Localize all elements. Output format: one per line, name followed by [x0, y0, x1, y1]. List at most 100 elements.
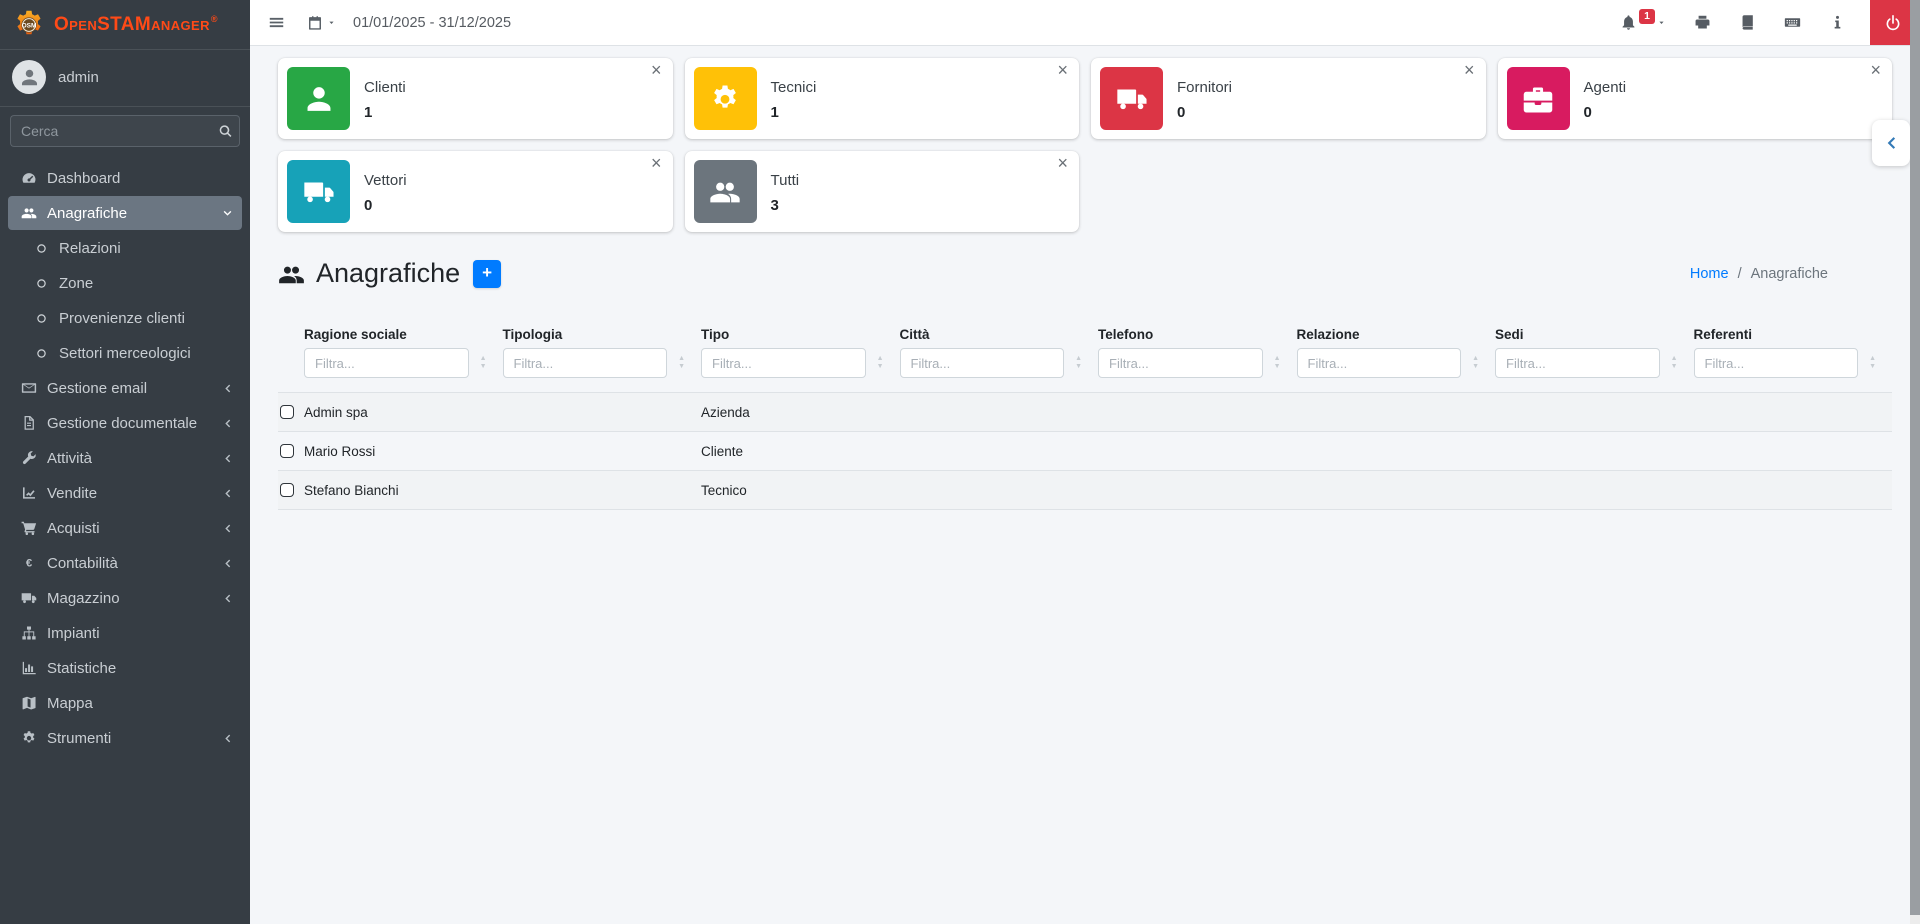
- filter-input-relazione[interactable]: [1297, 348, 1462, 378]
- card-label: Tecnici: [771, 79, 817, 96]
- brand-link[interactable]: OSM OpenSTAManager®: [0, 0, 250, 50]
- sidebar-toggle-button[interactable]: [268, 14, 285, 31]
- truck-icon: [1100, 67, 1163, 130]
- close-icon[interactable]: ×: [651, 154, 662, 172]
- bars-icon: [268, 14, 285, 31]
- circle-icon: [28, 312, 54, 325]
- card-value: 3: [771, 197, 800, 214]
- sort-icon[interactable]: ▲▼: [1671, 356, 1678, 370]
- sidebar-search-input[interactable]: [10, 115, 212, 147]
- sidebar-item-attivit[interactable]: Attività: [8, 441, 242, 475]
- filter-input-citt[interactable]: [900, 348, 1065, 378]
- table-row[interactable]: Stefano BianchiTecnico: [278, 470, 1892, 509]
- filter-input-ragione-sociale[interactable]: [304, 348, 469, 378]
- filter-input-referenti[interactable]: [1694, 348, 1859, 378]
- anagrafiche-table: Ragione sociale▲▼Tipologia▲▼Tipo▲▼Città▲…: [278, 327, 1892, 510]
- add-anagrafica-button[interactable]: +: [473, 260, 501, 288]
- breadcrumb-home-link[interactable]: Home: [1690, 266, 1729, 282]
- user-avatar: [12, 60, 46, 94]
- printer-button[interactable]: [1694, 14, 1711, 31]
- stat-card-tecnici[interactable]: Tecnici 1 ×: [685, 58, 1080, 139]
- breadcrumb-current: Anagrafiche: [1751, 266, 1828, 282]
- sidebar-item-impianti[interactable]: Impianti: [8, 616, 242, 650]
- filter-input-tipologia[interactable]: [503, 348, 668, 378]
- table-row[interactable]: Mario RossiCliente: [278, 431, 1892, 470]
- sidebar-subitem-settori-merceologici[interactable]: Settori merceologici: [8, 336, 242, 370]
- sort-icon[interactable]: ▲▼: [1075, 356, 1082, 370]
- topbar: 01/01/2025 - 31/12/2025 1: [250, 0, 1920, 46]
- row-checkbox[interactable]: [280, 483, 294, 497]
- table-body: Admin spa Azienda Mario RossiClienteStefan…: [278, 392, 1892, 510]
- info-button[interactable]: [1829, 14, 1846, 31]
- sort-icon[interactable]: ▲▼: [678, 356, 685, 370]
- sort-icon[interactable]: ▲▼: [480, 356, 487, 370]
- period-selector-button[interactable]: [307, 15, 336, 31]
- table-cell: Azienda: [701, 405, 900, 420]
- card-value: 1: [771, 104, 817, 121]
- user-panel[interactable]: admin: [0, 50, 250, 107]
- filter-input-sedi[interactable]: [1495, 348, 1660, 378]
- sidebar-item-dashboard[interactable]: Dashboard: [8, 161, 242, 195]
- book-button[interactable]: [1739, 14, 1756, 31]
- truck-icon: [287, 160, 350, 223]
- sidebar-item-contabilit[interactable]: €Contabilità: [8, 546, 242, 580]
- row-checkbox[interactable]: [280, 444, 294, 458]
- app-root: OSM OpenSTAManager® admin DashboardAnagr…: [0, 0, 1920, 924]
- sidebar-item-magazzino[interactable]: Magazzino: [8, 581, 242, 615]
- map-icon: [16, 695, 42, 711]
- close-icon[interactable]: ×: [651, 61, 662, 79]
- sidebar-subitem-relazioni[interactable]: Relazioni: [8, 231, 242, 265]
- stat-card-clienti[interactable]: Clienti1×: [278, 58, 673, 139]
- sidebar-item-statistiche[interactable]: Statistiche: [8, 651, 242, 685]
- filter-input-tipo[interactable]: [701, 348, 866, 378]
- sidebar-subitem-provenienze-clienti[interactable]: Provenienze clienti: [8, 301, 242, 335]
- notifications-button[interactable]: 1: [1620, 14, 1666, 31]
- angle-left-icon: [1881, 133, 1901, 153]
- sort-icon[interactable]: ▲▼: [1472, 356, 1479, 370]
- sort-icon[interactable]: ▲▼: [1274, 356, 1281, 370]
- stat-card-vettori[interactable]: Vettori0×: [278, 151, 673, 232]
- gear-icon: [16, 730, 42, 746]
- sidebar-item-gestione-documentale[interactable]: Gestione documentale: [8, 406, 242, 440]
- sort-icon[interactable]: ▲▼: [877, 356, 884, 370]
- book-icon: [1739, 14, 1756, 31]
- wrench-icon: [16, 450, 42, 466]
- table-cell: Admin spa: [304, 405, 503, 420]
- angle-left-icon: [221, 382, 234, 395]
- filter-input-telefono[interactable]: [1098, 348, 1263, 378]
- close-icon[interactable]: ×: [1057, 154, 1068, 172]
- osm-gear-logo-icon: OSM: [12, 8, 46, 42]
- scrollbar-thumb[interactable]: [1910, 0, 1920, 915]
- stat-card-tutti[interactable]: Tutti3×: [685, 151, 1080, 232]
- user-name: admin: [58, 69, 99, 86]
- stat-card-agenti[interactable]: Agenti0×: [1498, 58, 1893, 139]
- stat-card-fornitori[interactable]: Fornitori0×: [1091, 58, 1486, 139]
- keyboard-button[interactable]: [1784, 14, 1801, 31]
- vertical-scrollbar: [1910, 0, 1920, 924]
- sidebar-item-anagrafiche[interactable]: Anagrafiche: [8, 196, 242, 230]
- table-cell: Mario Rossi: [304, 444, 503, 459]
- bell-icon: [1620, 14, 1637, 31]
- close-icon[interactable]: ×: [1870, 61, 1881, 79]
- table-row[interactable]: Admin spa Azienda: [278, 392, 1892, 431]
- sidebar-search-button[interactable]: [212, 115, 240, 147]
- sidebar-item-vendite[interactable]: Vendite: [8, 476, 242, 510]
- caret-down-icon: [1657, 18, 1666, 27]
- close-icon[interactable]: ×: [1057, 61, 1068, 79]
- row-checkbox[interactable]: [280, 405, 294, 419]
- sort-icon[interactable]: ▲▼: [1869, 356, 1876, 370]
- sidebar-item-strumenti[interactable]: Strumenti: [8, 721, 242, 755]
- svg-text:OSM: OSM: [22, 22, 37, 29]
- column-header-citt: Città▲▼: [900, 327, 1099, 378]
- chart-line-icon: [16, 485, 42, 501]
- angle-left-icon: [221, 487, 234, 500]
- sidebar-subitem-zone[interactable]: Zone: [8, 266, 242, 300]
- sidebar-menu: DashboardAnagraficheRelazioniZoneProveni…: [0, 155, 250, 762]
- sidebar-item-gestione-email[interactable]: Gestione email: [8, 371, 242, 405]
- sidebar-item-acquisti[interactable]: Acquisti: [8, 511, 242, 545]
- printer-icon: [1694, 14, 1711, 31]
- right-panel-toggle[interactable]: [1872, 120, 1910, 166]
- close-icon[interactable]: ×: [1464, 61, 1475, 79]
- sidebar-item-mappa[interactable]: Mappa: [8, 686, 242, 720]
- caret-down-icon: [327, 18, 336, 27]
